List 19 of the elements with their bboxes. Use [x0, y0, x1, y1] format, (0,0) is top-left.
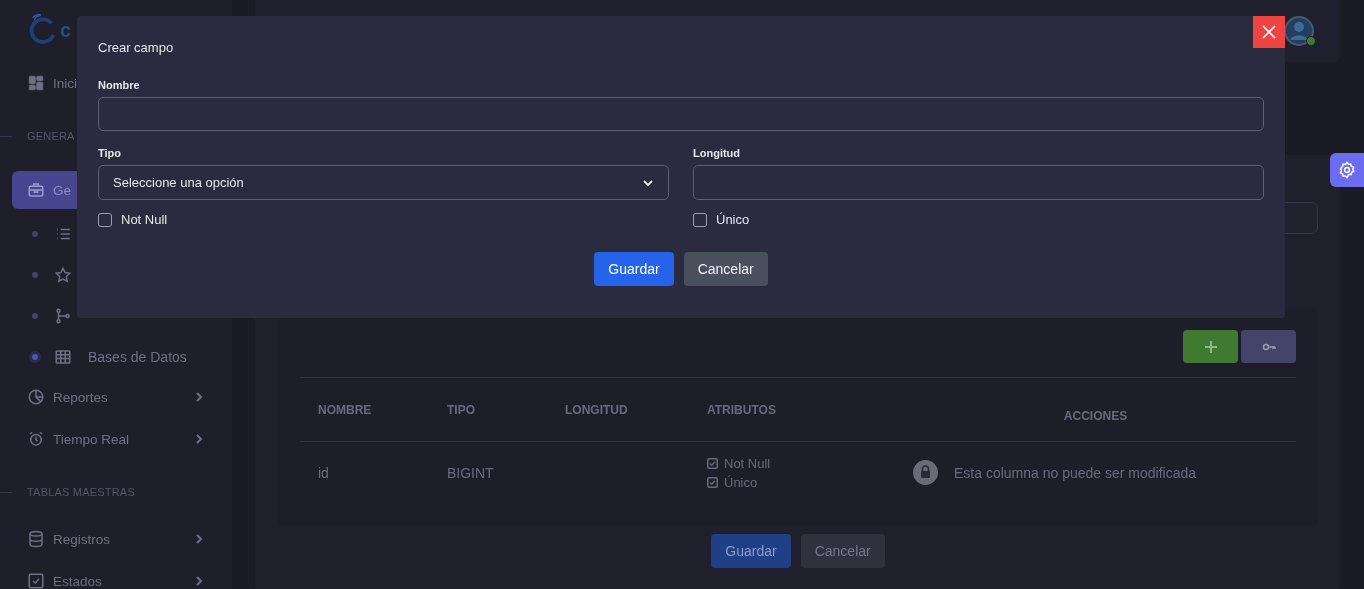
section-heading: TABLAS MAESTRAS — [27, 486, 135, 498]
section-heading: GENERA — [27, 130, 75, 142]
field-label: Tipo — [98, 147, 122, 159]
table-cell: id — [318, 464, 329, 481]
field-label: Nombre — [98, 79, 141, 91]
checkbox-label: Not Null — [121, 212, 168, 227]
dialog-title: Crear campo — [98, 40, 175, 55]
attribute-label: Único — [724, 474, 758, 490]
actions-note: Esta columna no puede ser modificada — [954, 464, 1197, 481]
column-header: NOMBRE — [318, 402, 372, 417]
column-header: TIPO — [447, 402, 475, 417]
table-cell: BIGINT — [447, 464, 494, 481]
column-header: ATRIBUTOS — [707, 402, 776, 417]
column-header: ACCIONES — [1063, 408, 1128, 423]
checkbox-label: Único — [716, 212, 750, 227]
logo-text: c — [60, 18, 72, 42]
field-label: Longitud — [693, 147, 742, 159]
column-header: LONGITUD — [565, 402, 628, 417]
attribute-label: Not Null — [724, 455, 771, 471]
